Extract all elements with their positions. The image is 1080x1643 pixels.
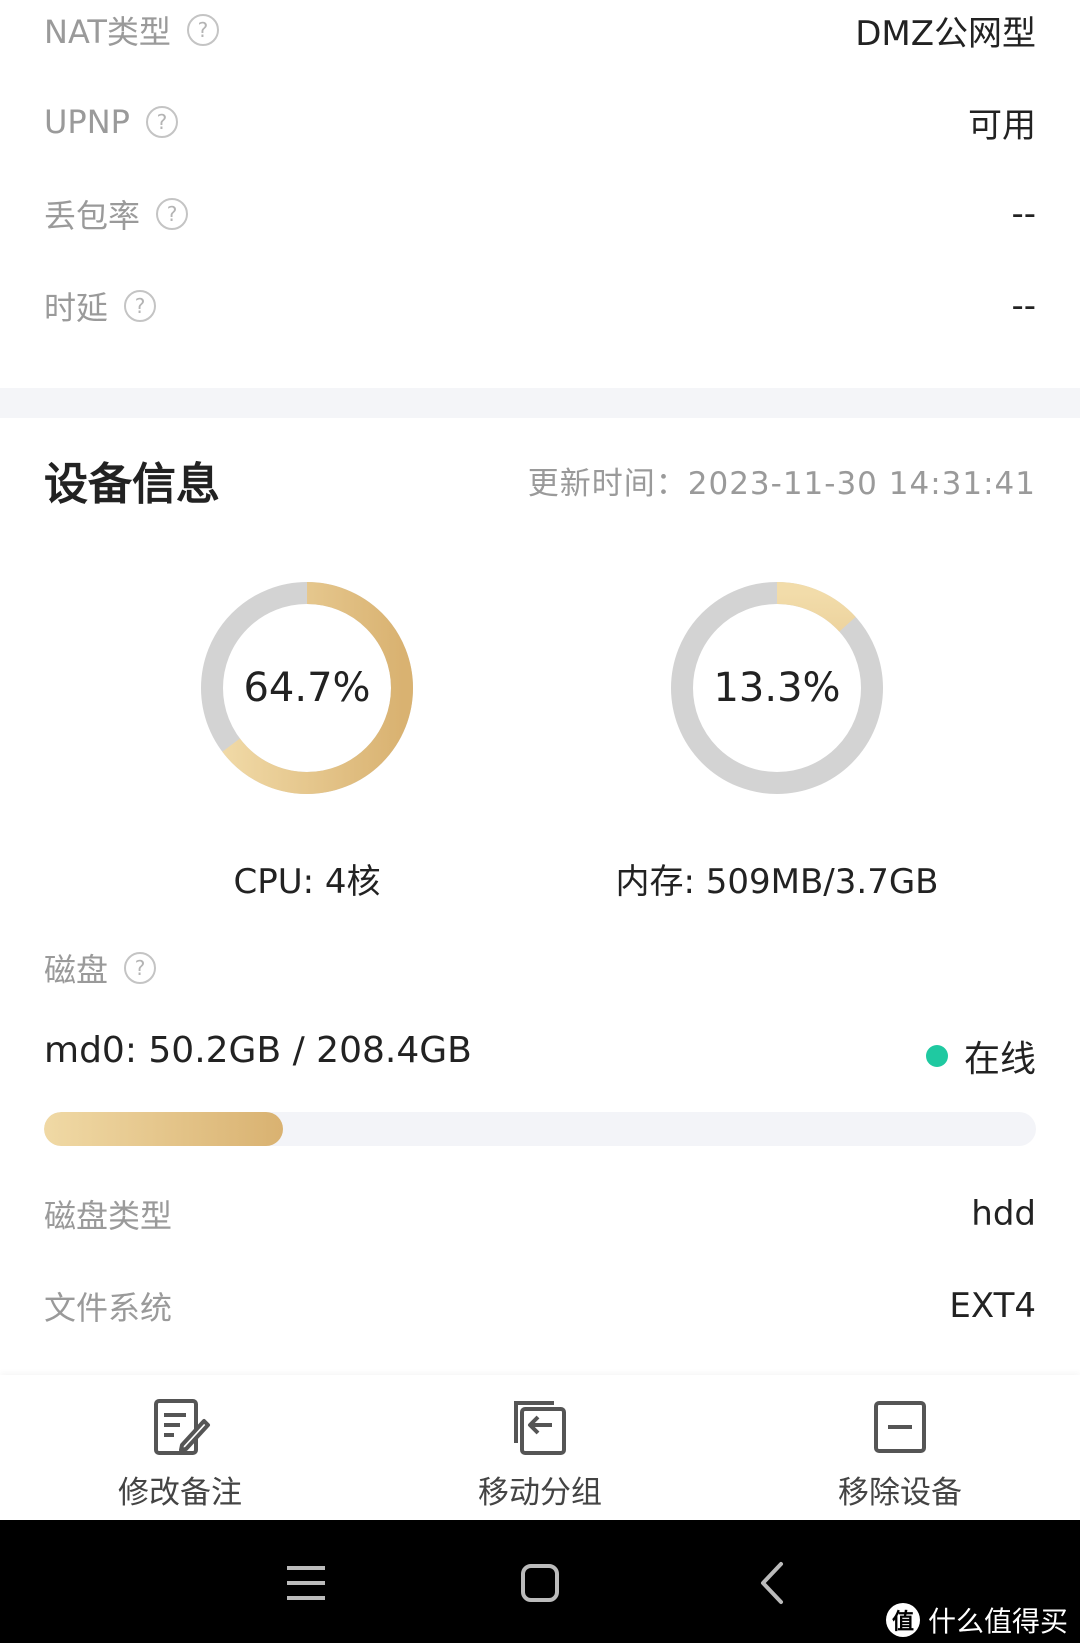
- update-time: 更新时间：2023-11-30 14:31:41: [527, 466, 1036, 502]
- online-dot-icon: [925, 1045, 948, 1067]
- packet-loss-label: 丢包率: [44, 197, 141, 235]
- upnp-value: 可用: [968, 105, 1036, 146]
- cpu-caption: CPU: 4核: [233, 862, 381, 902]
- action-bar: 修改备注 移动分组 移除设备: [0, 1375, 1080, 1520]
- memory-gauge: 13.3%: [669, 580, 885, 796]
- disk-type-label: 磁盘类型: [44, 1197, 173, 1235]
- disk-usage-fill: [44, 1112, 284, 1146]
- disk-type-row: 磁盘类型 hdd: [44, 1184, 1036, 1244]
- upnp-row: UPNP? 可用: [44, 92, 1036, 152]
- help-icon[interactable]: ?: [145, 106, 178, 138]
- move-group-label: 移动分组: [478, 1475, 602, 1511]
- edit-note-label: 修改备注: [118, 1475, 242, 1511]
- watermark-logo-icon: 值: [885, 1603, 920, 1637]
- cpu-percent: 64.7%: [243, 665, 371, 711]
- nat-type-label: NAT类型: [44, 13, 171, 51]
- section-title: 设备信息: [44, 459, 220, 510]
- watermark-text: 什么值得买: [927, 1605, 1068, 1638]
- memory-caption: 内存: 509MB/3.7GB: [615, 862, 939, 902]
- edit-note-icon: [154, 1399, 210, 1455]
- disk-section-row: 磁盘?: [44, 938, 1036, 998]
- disk-usage-bar: [44, 1112, 1036, 1146]
- menu-icon[interactable]: [279, 1556, 333, 1610]
- disk-status-text: 在线: [963, 1039, 1036, 1080]
- nat-type-row: NAT类型? DMZ公网型: [44, 0, 1036, 60]
- remove-device-icon: [874, 1401, 926, 1453]
- disk-section-label: 磁盘: [44, 951, 109, 989]
- packet-loss-value: --: [1011, 194, 1036, 234]
- help-icon[interactable]: ?: [186, 14, 219, 46]
- section-divider: [0, 388, 1080, 418]
- back-icon[interactable]: [747, 1556, 801, 1610]
- cpu-gauge: 64.7%: [199, 580, 415, 796]
- disk-type-value: hdd: [971, 1194, 1036, 1234]
- file-system-row: 文件系统 EXT4: [44, 1276, 1036, 1336]
- packet-loss-row: 丢包率? --: [44, 184, 1036, 244]
- help-icon[interactable]: ?: [124, 290, 157, 322]
- upnp-label: UPNP: [44, 103, 130, 141]
- remove-device-label: 移除设备: [838, 1475, 962, 1511]
- move-group-button[interactable]: 移动分组: [440, 1395, 640, 1512]
- memory-percent: 13.3%: [713, 665, 841, 711]
- latency-row: 时延? --: [44, 276, 1036, 336]
- move-group-icon: [514, 1401, 566, 1455]
- help-icon[interactable]: ?: [124, 952, 157, 984]
- disk-name: md0: 50.2GB / 208.4GB: [44, 1030, 472, 1071]
- file-system-value: EXT4: [949, 1286, 1036, 1326]
- file-system-label: 文件系统: [44, 1289, 173, 1327]
- latency-value: --: [1011, 286, 1036, 326]
- nat-type-value: DMZ公网型: [855, 13, 1036, 54]
- latency-label: 时延: [44, 289, 109, 327]
- watermark: 值 什么值得买: [885, 1600, 1068, 1640]
- edit-note-button[interactable]: 修改备注: [80, 1395, 280, 1512]
- home-icon[interactable]: [513, 1556, 567, 1610]
- help-icon[interactable]: ?: [156, 198, 189, 230]
- disk-status: 在线: [925, 1030, 1036, 1082]
- remove-device-button[interactable]: 移除设备: [800, 1395, 1000, 1512]
